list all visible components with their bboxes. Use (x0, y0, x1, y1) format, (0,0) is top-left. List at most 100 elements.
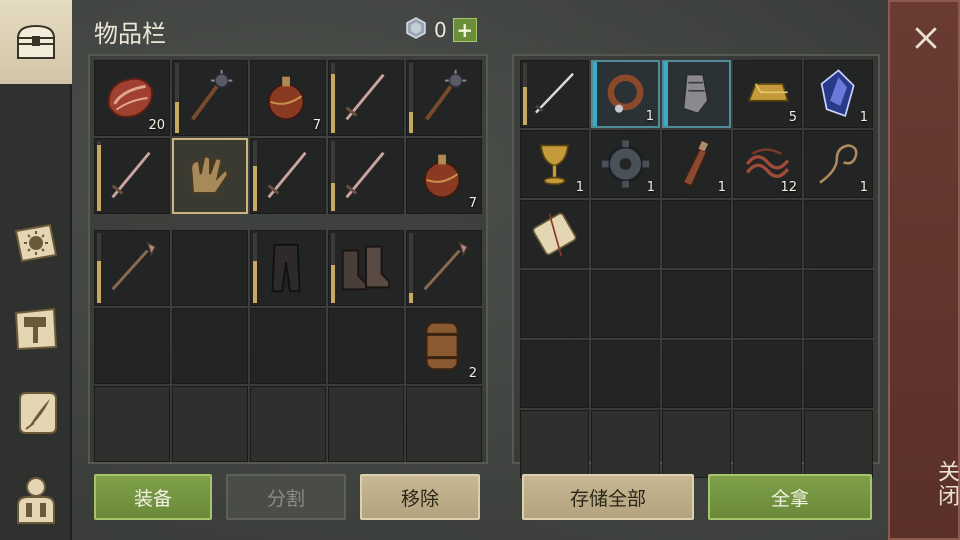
inventory-grid-top: 20 7 7 (94, 60, 482, 214)
inventory-slot[interactable] (328, 230, 404, 306)
empty-slot[interactable] (804, 200, 873, 268)
empty-slot[interactable] (591, 410, 660, 478)
inventory-slot[interactable]: 12 (733, 130, 802, 198)
empty-slot[interactable] (662, 340, 731, 408)
empty-slot[interactable] (662, 270, 731, 338)
inventory-slot[interactable] (250, 138, 326, 214)
empty-slot[interactable] (520, 270, 589, 338)
currency-display: 0 + (404, 16, 477, 44)
boots-icon (335, 237, 397, 299)
close-icon[interactable] (890, 16, 960, 60)
empty-slot[interactable] (804, 340, 873, 408)
bottle-icon (669, 137, 724, 191)
gloves-icon (180, 146, 240, 206)
barrel-icon (413, 315, 475, 377)
inventory-slot[interactable]: 1 (591, 60, 660, 128)
sidebar-tab-inventory[interactable] (0, 0, 72, 84)
inventory-slot[interactable]: 1 (520, 130, 589, 198)
sidebar-tab-crafting[interactable] (0, 286, 72, 372)
inventory-slot[interactable] (94, 230, 170, 306)
empty-slot[interactable] (733, 340, 802, 408)
take-all-button[interactable]: 全拿 (708, 474, 872, 520)
inventory-slot[interactable] (520, 200, 589, 268)
hammer-map-icon (10, 303, 62, 355)
storage-grid: 1 5 1 1 1 1 12 1 (520, 60, 873, 478)
empty-slot[interactable] (591, 200, 660, 268)
inventory-slot[interactable]: 7 (250, 60, 326, 136)
inventory-slot[interactable]: 1 (662, 130, 731, 198)
sidebar-tab-quests[interactable] (0, 370, 72, 456)
gem-icon (404, 16, 428, 44)
item-count: 7 (312, 118, 321, 133)
empty-slot[interactable] (172, 308, 248, 384)
split-button[interactable]: 分割 (226, 474, 346, 520)
flask-icon (413, 145, 475, 207)
item-count: 1 (645, 109, 654, 124)
empty-slot[interactable] (662, 410, 731, 478)
inventory-slot[interactable]: 1 (804, 130, 873, 198)
chest-icon (10, 16, 62, 68)
gold-bar-icon (740, 67, 795, 121)
item-count: 1 (859, 180, 868, 195)
flask-icon (257, 67, 319, 129)
empty-slot[interactable] (733, 410, 802, 478)
store-all-button[interactable]: 存储全部 (522, 474, 694, 520)
inventory-grid-bottom: 2 (94, 230, 482, 462)
empty-slot[interactable] (591, 270, 660, 338)
empty-slot[interactable] (250, 308, 326, 384)
empty-slot[interactable] (406, 386, 482, 462)
inventory-slot[interactable]: 7 (406, 138, 482, 214)
empty-slot[interactable] (328, 308, 404, 384)
inventory-slot[interactable] (328, 60, 404, 136)
inventory-slot[interactable]: 1 (591, 130, 660, 198)
inventory-slot[interactable] (520, 60, 589, 128)
inventory-slot[interactable] (94, 138, 170, 214)
sword-icon (335, 67, 397, 129)
inventory-slot[interactable] (662, 60, 731, 128)
crystal-icon (811, 67, 866, 121)
empty-slot[interactable] (804, 270, 873, 338)
empty-slot[interactable] (591, 340, 660, 408)
item-count: 1 (646, 180, 655, 195)
inventory-slot[interactable]: 2 (406, 308, 482, 384)
inventory-slot[interactable] (328, 138, 404, 214)
sidebar-tab-journal[interactable] (0, 200, 72, 286)
inventory-slot[interactable] (172, 138, 248, 214)
inventory-slot[interactable] (406, 230, 482, 306)
item-count: 1 (859, 110, 868, 125)
sidebar-tab-character[interactable] (0, 456, 72, 540)
inventory-slot[interactable]: 1 (804, 60, 873, 128)
empty-slot[interactable] (804, 410, 873, 478)
empty-slot[interactable] (520, 340, 589, 408)
mace-icon (179, 67, 241, 129)
empty-slot[interactable] (94, 386, 170, 462)
empty-slot[interactable] (662, 200, 731, 268)
sun-book-icon (10, 217, 62, 269)
add-currency-button[interactable]: + (452, 18, 477, 42)
empty-slot[interactable] (94, 308, 170, 384)
empty-slot[interactable] (172, 386, 248, 462)
inventory-slot[interactable]: 20 (94, 60, 170, 136)
close-panel[interactable]: 关闭 (888, 0, 960, 540)
empty-slot[interactable] (733, 200, 802, 268)
item-count: 7 (468, 196, 477, 211)
remove-button[interactable]: 移除 (360, 474, 480, 520)
empty-slot[interactable] (733, 270, 802, 338)
close-label[interactable]: 关闭 (890, 444, 960, 524)
page-title: 物品栏 (94, 20, 166, 48)
empty-slot[interactable] (172, 230, 248, 306)
empty-slot[interactable] (250, 386, 326, 462)
empty-slot[interactable] (328, 386, 404, 462)
inventory-slot[interactable]: 5 (733, 60, 802, 128)
inventory-slot[interactable] (250, 230, 326, 306)
gauntlet-icon (670, 68, 723, 120)
spear-icon (101, 237, 163, 299)
equip-button[interactable]: 装备 (94, 474, 212, 520)
sword-icon (101, 145, 163, 207)
empty-slot[interactable] (520, 410, 589, 478)
character-icon (10, 473, 62, 525)
item-count: 12 (780, 180, 797, 195)
inventory-slot[interactable] (406, 60, 482, 136)
inventory-slot[interactable] (172, 60, 248, 136)
gear-icon (598, 137, 653, 191)
